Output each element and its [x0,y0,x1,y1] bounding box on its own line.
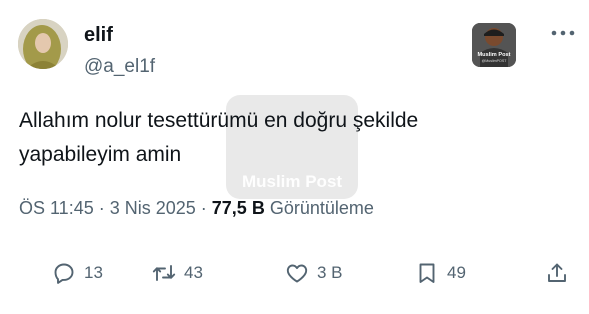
avatar-image [18,19,68,69]
author-handle[interactable]: @a_el1f [84,56,155,78]
tweet-text-line-1: Allahım nolur tesettürümü en doğru şekil… [19,109,419,132]
views-count: 77,5 B [211,198,265,218]
like-icon [286,264,308,283]
share-button[interactable] [545,261,569,285]
tweet-date[interactable]: 3 Nis 2025 [110,198,196,218]
bookmark-count: 49 [447,263,466,282]
more-icon [551,30,575,36]
repost-button[interactable]: 43 [152,261,203,285]
author-name[interactable]: elif [84,24,113,47]
bookmark-button[interactable]: 49 [415,261,466,285]
like-button[interactable]: 3 B [285,261,343,285]
more-button[interactable] [550,26,576,38]
affiliate-handle: @MuslimPOST [481,59,507,63]
reply-count: 13 [84,263,103,282]
reply-icon [54,263,74,284]
avatar[interactable] [18,19,68,69]
repost-count: 43 [184,263,203,282]
affiliate-name: Muslim Post [477,52,511,58]
meta-separator: · [195,198,212,218]
like-count: 3 B [317,263,343,282]
tweet-text: Allahım nolur tesettürümü en doğru şekil… [19,104,559,172]
watermark-text: Muslim Post [241,172,343,191]
views-label: Görüntüleme [269,198,374,218]
tweet-text-line-2: yapabileyim amin [19,143,182,166]
tweet-meta: ÖS 11:45 · 3 Nis 2025 · 77,5 B Görüntüle… [19,198,374,219]
reply-button[interactable]: 13 [52,261,103,285]
meta-separator: · [93,198,110,218]
repost-icon [152,265,176,281]
affiliate-badge[interactable]: Muslim Post @MuslimPOST [472,23,516,67]
tweet-time[interactable]: ÖS 11:45 [19,198,94,218]
bookmark-icon [419,263,435,283]
share-icon [548,263,566,282]
